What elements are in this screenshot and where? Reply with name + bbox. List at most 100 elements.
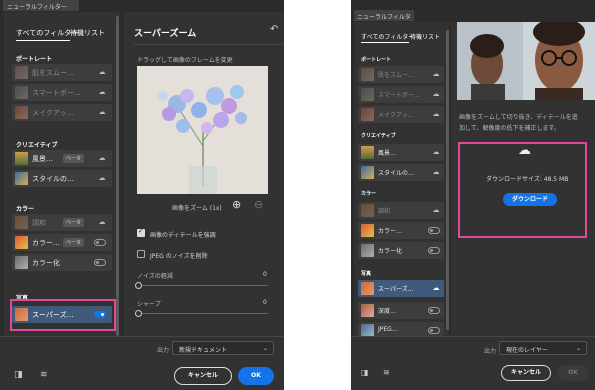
filter-item-harmonize[interactable]: 調和 ベータ ☁	[12, 214, 112, 231]
ok-button[interactable]: OK	[238, 367, 274, 385]
noise-reduction-knob[interactable]	[135, 282, 142, 289]
cloud-download-icon[interactable]: ☁	[432, 110, 440, 118]
thumbnail	[361, 244, 374, 257]
sharpen-knob[interactable]	[135, 310, 142, 317]
jpeg-noise-checkbox[interactable]	[137, 250, 145, 258]
zoom-out-icon[interactable]: ⊖	[254, 198, 263, 211]
drag-hint: ドラッグして画像のフレームを変更	[137, 57, 233, 64]
cloud-download-icon[interactable]: ☁	[432, 90, 440, 98]
highlight-download-area	[458, 142, 587, 238]
filter-item-color-transfer[interactable]: カラー… ベータ	[12, 234, 112, 251]
cloud-download-icon[interactable]: ☁	[432, 284, 440, 292]
filter-item-colorize[interactable]: カラー化	[358, 242, 444, 259]
cancel-button[interactable]: キャンセル	[501, 365, 551, 381]
cloud-download-icon[interactable]: ☁	[98, 154, 106, 162]
window-tab[interactable]: ニューラルフィルター	[3, 0, 79, 11]
right-neural-filters-window: ニューラルフィルター すべてのフィルター 待機リスト ポートレート 肌をスムー……	[351, 0, 595, 390]
bottom-bar: 出力 現在のレイヤー ⌄ ◨ ≋ キャンセル OK	[351, 336, 595, 390]
list-scrollbar[interactable]	[116, 16, 119, 336]
thumbnail	[361, 68, 374, 81]
filter-item-skin-smoothing[interactable]: 肌をスムー… ☁	[12, 64, 112, 81]
cloud-download-icon[interactable]: ☁	[432, 148, 440, 156]
active-tab-underline	[16, 40, 70, 41]
output-select[interactable]: 新規ドキュメント ⌄	[172, 341, 274, 355]
section-color: カラー	[16, 206, 35, 213]
filter-item-style-transfer[interactable]: スタイルの… ☁	[12, 170, 112, 187]
compare-icon[interactable]: ◨	[361, 368, 369, 377]
cloud-download-icon[interactable]: ☁	[98, 218, 106, 226]
output-select[interactable]: 現在のレイヤー ⌄	[499, 341, 587, 355]
cloud-download-icon[interactable]: ☁	[432, 206, 440, 214]
zoom-label: 画像をズーム (1x)	[172, 205, 222, 212]
tab-wait-list[interactable]: 待機リスト	[70, 28, 105, 38]
filter-toggle[interactable]	[428, 247, 440, 254]
window-tab[interactable]: ニューラルフィルター	[354, 10, 414, 30]
thumbnail	[361, 224, 374, 237]
description-line-2: 加して、解像度の低下を補正します。	[459, 125, 560, 132]
preview-image	[457, 22, 595, 100]
filter-toggle[interactable]	[428, 307, 440, 314]
preview-image[interactable]	[137, 66, 268, 194]
thumbnail	[361, 304, 374, 317]
filter-label: JPEG…	[378, 326, 398, 333]
filter-item-makeup-transfer[interactable]: メイクアッ… ☁	[12, 104, 112, 121]
cloud-download-icon[interactable]: ☁	[432, 168, 440, 176]
filter-item-skin-smoothing[interactable]: 肌をスムー… ☁	[358, 66, 444, 83]
filter-toggle[interactable]	[94, 259, 106, 266]
thumbnail	[15, 86, 28, 99]
thumbnail	[15, 172, 28, 185]
filter-item-color-transfer[interactable]: カラー…	[358, 222, 444, 239]
filter-label: スタイルの…	[378, 170, 415, 177]
filter-item-smart-portrait[interactable]: スマートポー… ☁	[12, 84, 112, 101]
cloud-download-icon[interactable]: ☁	[98, 88, 106, 96]
layers-icon[interactable]: ≋	[383, 368, 390, 377]
layers-icon[interactable]: ≋	[40, 370, 48, 380]
tab-all-filters[interactable]: すべてのフィルター	[16, 28, 78, 38]
output-label: 出力	[484, 348, 497, 355]
ok-button[interactable]: OK	[557, 365, 589, 381]
sharpen-track[interactable]	[138, 313, 268, 314]
filter-item-colorize[interactable]: カラー化	[12, 254, 112, 271]
enhance-detail-label: 画像のディテールを強調	[150, 232, 216, 239]
compare-icon[interactable]: ◨	[14, 370, 23, 380]
filter-label: 肌をスムー…	[378, 72, 415, 79]
output-label: 出力	[157, 347, 170, 354]
filter-item-style-transfer[interactable]: スタイルの… ☁	[358, 164, 444, 181]
filter-list-column: すべてのフィルター 待機リスト ポートレート 肌をスムー… ☁ スマートポー… …	[4, 12, 119, 336]
description-line-1: 画像をズームして切り抜き、ディテールを追	[459, 114, 578, 121]
cloud-download-icon[interactable]: ☁	[98, 108, 106, 116]
filter-item-landscape-mixer[interactable]: 風景… ベータ ☁	[12, 150, 112, 167]
cloud-download-icon[interactable]: ☁	[432, 70, 440, 78]
filter-list-column: すべてのフィルター 待機リスト ポートレート 肌をスムー… ☁ スマートポー… …	[354, 22, 449, 362]
filter-item-smart-portrait[interactable]: スマートポー… ☁	[358, 86, 444, 103]
chevron-down-icon: ⌄	[575, 345, 581, 352]
enhance-detail-checkbox[interactable]	[137, 227, 145, 237]
filter-toggle[interactable]	[94, 239, 106, 246]
filter-label: メイクアッ…	[378, 112, 414, 119]
output-value: 新規ドキュメント	[179, 347, 228, 354]
tab-all-filters[interactable]: すべてのフィルター	[361, 32, 414, 41]
cancel-button[interactable]: キャンセル	[174, 367, 232, 385]
zoom-in-icon[interactable]: ⊕	[232, 198, 241, 211]
tab-wait-list[interactable]: 待機リスト	[410, 32, 440, 41]
filter-item-landscape-mixer[interactable]: 風景… ☁	[358, 144, 444, 161]
filter-item-harmonize[interactable]: 調和 ☁	[358, 202, 444, 219]
thumbnail	[361, 108, 374, 121]
window-title: ニューラルフィルター	[7, 4, 67, 11]
cloud-download-icon[interactable]: ☁	[98, 68, 106, 76]
noise-reduction-track[interactable]	[138, 285, 268, 286]
filter-label: 調和	[378, 208, 391, 215]
filter-item-super-zoom[interactable]: スーパーズ… ☁	[358, 280, 444, 297]
reset-icon[interactable]: ↶	[270, 24, 278, 35]
active-tab-underline	[361, 42, 409, 43]
filter-item-makeup-transfer[interactable]: メイクアッ… ☁	[358, 106, 444, 123]
cloud-download-icon[interactable]: ☁	[98, 174, 106, 182]
thumbnail	[361, 166, 374, 179]
detail-title: スーパーズーム	[134, 29, 197, 39]
filter-toggle[interactable]	[428, 227, 440, 234]
filter-label: カラー…	[32, 239, 60, 247]
list-scrollbar[interactable]	[446, 30, 449, 330]
filter-toggle[interactable]	[428, 327, 440, 334]
filter-item-depth-blur[interactable]: 深度…	[358, 302, 444, 319]
output-value: 現在のレイヤー	[506, 347, 548, 354]
